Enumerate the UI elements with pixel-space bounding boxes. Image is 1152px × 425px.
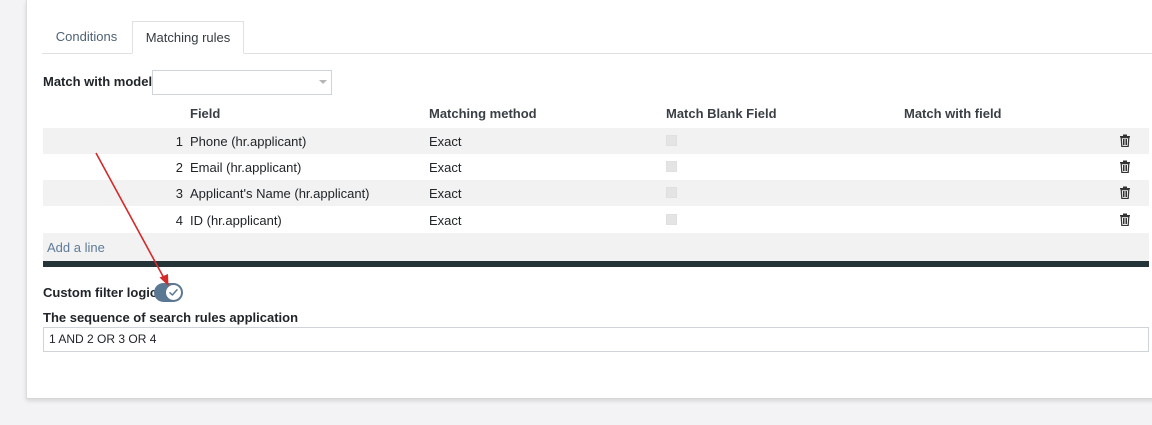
- section-divider: [43, 261, 1149, 267]
- sequence-input[interactable]: 1 AND 2 OR 3 OR 4: [43, 327, 1149, 352]
- sequence-label: The sequence of search rules application: [43, 310, 299, 325]
- tab-matching-rules[interactable]: Matching rules: [132, 21, 244, 54]
- row-field: ID (hr.applicant): [190, 213, 282, 228]
- tab-bar: Conditions Matching rules: [42, 21, 1152, 54]
- add-line-row: [43, 233, 1149, 261]
- row-number: 3: [175, 186, 183, 201]
- match-blank-checkbox[interactable]: [666, 214, 677, 225]
- custom-filter-logic-toggle[interactable]: [154, 283, 183, 302]
- match-blank-checkbox[interactable]: [666, 161, 677, 172]
- add-a-line-link[interactable]: Add a line: [47, 240, 105, 255]
- toggle-knob: [166, 285, 181, 300]
- row-field: Email (hr.applicant): [190, 160, 302, 175]
- row-field: Phone (hr.applicant): [190, 134, 307, 149]
- match-blank-checkbox[interactable]: [666, 187, 677, 198]
- table-row[interactable]: 4 ID (hr.applicant) Exact: [43, 207, 1149, 233]
- row-number: 1: [175, 134, 183, 149]
- column-header-matching-method[interactable]: Matching method: [429, 106, 537, 121]
- match-blank-checkbox[interactable]: [666, 135, 677, 146]
- trash-icon[interactable]: [1119, 186, 1131, 200]
- row-number: 2: [175, 160, 183, 175]
- custom-filter-logic-label: Custom filter logic: [43, 285, 158, 300]
- trash-icon[interactable]: [1119, 213, 1131, 227]
- row-matching-method: Exact: [429, 186, 462, 201]
- column-header-match-with-field[interactable]: Match with field: [904, 106, 1002, 121]
- trash-icon[interactable]: [1119, 134, 1131, 148]
- table-row[interactable]: 2 Email (hr.applicant) Exact: [43, 154, 1149, 180]
- chevron-down-icon: [319, 80, 327, 84]
- tab-conditions[interactable]: Conditions: [42, 21, 131, 53]
- table-row[interactable]: 1 Phone (hr.applicant) Exact: [43, 128, 1149, 154]
- row-matching-method: Exact: [429, 160, 462, 175]
- column-header-match-blank-field[interactable]: Match Blank Field: [666, 106, 777, 121]
- match-with-model-select[interactable]: [152, 70, 332, 95]
- table-row[interactable]: 3 Applicant's Name (hr.applicant) Exact: [43, 180, 1149, 206]
- row-number: 4: [175, 213, 183, 228]
- check-icon: [169, 289, 178, 296]
- trash-icon[interactable]: [1119, 160, 1131, 174]
- row-matching-method: Exact: [429, 134, 462, 149]
- row-matching-method: Exact: [429, 213, 462, 228]
- column-header-field[interactable]: Field: [190, 106, 220, 121]
- match-with-model-label: Match with model: [43, 74, 153, 89]
- row-field: Applicant's Name (hr.applicant): [190, 186, 370, 201]
